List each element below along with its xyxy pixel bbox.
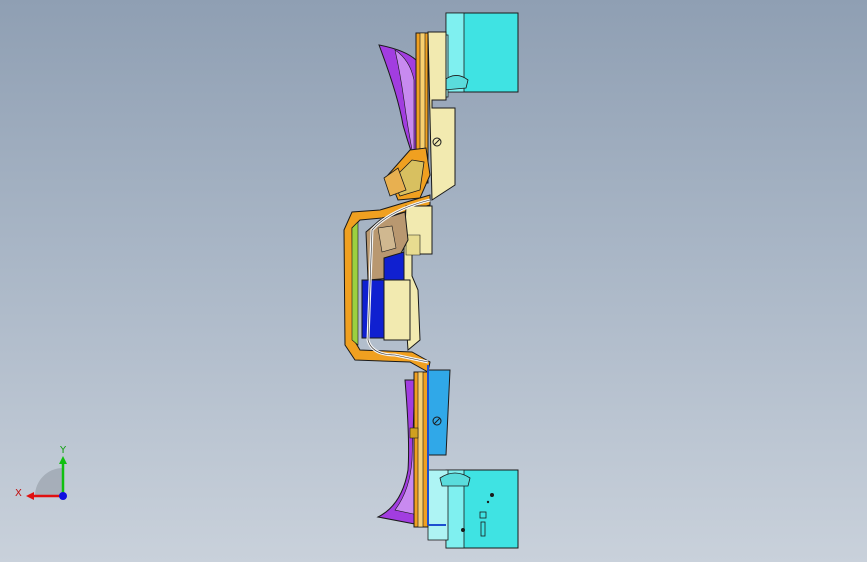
cad-viewport[interactable] (0, 0, 867, 562)
y-axis-label: Y (59, 445, 67, 456)
z-axis-dot (59, 492, 67, 500)
axis-triad: Y X (15, 445, 67, 500)
x-axis-arrow (26, 492, 34, 500)
y-axis-arrow (59, 456, 67, 464)
triad-plane (35, 468, 63, 496)
x-axis-label: X (15, 488, 22, 499)
lower-sky-block[interactable] (427, 369, 451, 456)
bottom-plate[interactable] (427, 469, 519, 549)
cam-block[interactable] (383, 147, 431, 201)
